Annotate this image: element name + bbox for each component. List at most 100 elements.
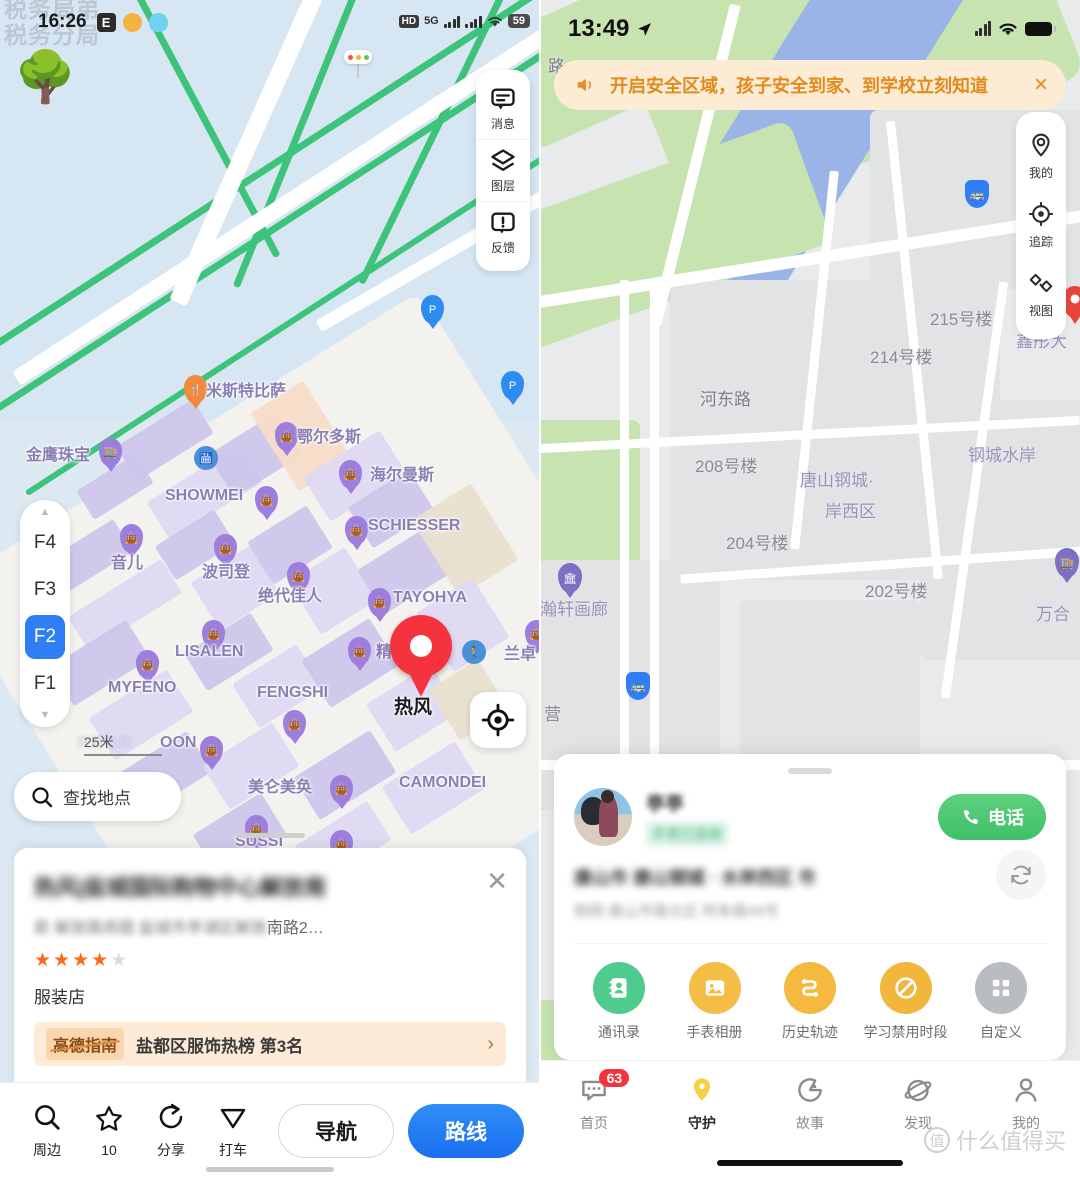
status-indicators-right	[974, 20, 1056, 37]
current-address: 唐山市 唐山钢城 · 水岸西区 市	[574, 868, 816, 888]
action-favorite[interactable]: 10	[78, 1104, 140, 1158]
shortcut-photos[interactable]: 手表相册	[670, 962, 760, 1042]
chevron-right-icon: ›	[487, 1032, 494, 1055]
elevator-pin-icon[interactable]: 🛗	[194, 446, 218, 470]
route-button[interactable]: 路线	[408, 1103, 524, 1158]
tool-messages[interactable]: 消息	[476, 78, 530, 139]
floor-item-f1[interactable]: F1	[25, 662, 65, 706]
weibo-icon: E	[96, 12, 116, 32]
location-arrow-icon	[638, 22, 652, 36]
left-map-screen: 税务局弟 税务分局 16:26 E HD 5G 59 🌳 P P 🏬 🍴 👜 👜…	[0, 0, 540, 1178]
action-share-label: 分享	[157, 1141, 185, 1158]
bus-stop-icon[interactable]: 🚌	[965, 180, 989, 208]
poi-info-card: ✕ 热风|盐城国际购物中心解放南 距 解放路商圈 盐城市亭湖区解放 南路2… ★…	[14, 848, 526, 1082]
action-share[interactable]: 分享	[140, 1102, 202, 1160]
shortcut-study-mode[interactable]: 学习禁用时段	[861, 962, 951, 1042]
map-label: 202号楼	[865, 582, 928, 601]
map-label: 钢城水岸	[968, 446, 1036, 465]
floor-item-f2[interactable]: F2	[25, 615, 65, 659]
tool-my-location[interactable]: 我的	[1016, 122, 1066, 191]
floor-up-arrow[interactable]: ▲	[20, 506, 70, 518]
alipay-icon	[122, 12, 142, 32]
shortcut-custom-label: 自定义	[980, 1024, 1022, 1040]
sheet-grabber[interactable]	[235, 833, 305, 838]
escalator-pin-icon[interactable]: 🚶	[462, 640, 486, 664]
feedback-icon	[491, 212, 515, 234]
floor-item-f3[interactable]: F3	[25, 568, 65, 612]
action-nearby-label: 周边	[33, 1141, 61, 1158]
layers-icon	[491, 149, 515, 171]
action-nearby[interactable]: 周边	[16, 1102, 78, 1160]
rating-stars: ★★★★★	[34, 949, 506, 972]
right-guardian-screen: 13:49 开启安全区域，孩子安全到家、到学校立刻知道 × 我的 追踪 视图 路…	[540, 0, 1080, 1178]
star-filled: ★	[91, 950, 111, 971]
map-label: 万合	[1036, 605, 1070, 624]
banner-text: 开启安全区域，孩子安全到家、到学校立刻知道	[610, 76, 988, 96]
profile-icon	[1015, 1078, 1037, 1102]
action-favorite-label: 10	[101, 1141, 117, 1158]
search-icon	[32, 786, 53, 807]
tool-view[interactable]: 视图	[1016, 260, 1066, 329]
hd-badge: HD	[398, 14, 420, 28]
shortcut-history[interactable]: 历史轨迹	[765, 962, 855, 1042]
tool-my-location-label: 我的	[1028, 166, 1053, 180]
floor-down-arrow[interactable]: ▼	[20, 709, 70, 721]
profile-text-block: 亭亭 手表已连接	[646, 789, 728, 846]
selected-location-pin-icon[interactable]	[390, 615, 452, 677]
guide-ranking-banner[interactable]: 高德指南 盐都区服饰热榜 第3名 ›	[34, 1022, 506, 1066]
guide-tag: 高德指南	[46, 1028, 125, 1060]
bus-stop-icon[interactable]: 🚌	[626, 672, 650, 700]
locate-me-button[interactable]	[470, 692, 526, 748]
right-status-bar: 13:49	[540, 0, 1080, 58]
map-label: SCHIESSER	[368, 517, 461, 534]
map-label: CAMONDEI	[399, 774, 487, 791]
home-indicator	[717, 1160, 903, 1166]
navigate-button[interactable]: 导航	[278, 1103, 394, 1158]
map-label: FENGSHI	[257, 684, 329, 701]
tab-home[interactable]: 63 首页	[540, 1069, 648, 1133]
avatar[interactable]	[574, 788, 632, 846]
scale-label: 25米	[84, 734, 114, 750]
taxi-icon	[220, 1108, 246, 1128]
tool-feedback[interactable]: 反馈	[476, 201, 530, 263]
map-label: 唐山钢城·	[800, 471, 874, 490]
notification-icons: E	[96, 12, 168, 32]
poi-action-bar: 周边 10 分享 打车 导航 路线	[0, 1082, 540, 1178]
signal-icon	[974, 20, 991, 36]
close-icon[interactable]: ✕	[486, 868, 508, 894]
close-icon[interactable]: ×	[1034, 73, 1048, 97]
site-watermark: 值 什么值得买	[923, 1124, 1066, 1156]
avatar-figure-person	[599, 790, 618, 837]
tab-guard-label: 守护	[688, 1115, 716, 1131]
shortcut-contacts[interactable]: 通讯录	[574, 962, 664, 1042]
tab-guard[interactable]: 守护	[648, 1075, 756, 1133]
safe-zone-banner[interactable]: 开启安全区域，孩子安全到家、到学校立刻知道 ×	[554, 60, 1066, 110]
map-label: 204号楼	[726, 534, 789, 553]
search-place-box[interactable]: 查找地点	[14, 772, 181, 821]
watermark-mark: 值	[923, 1127, 950, 1153]
phone-icon	[963, 809, 978, 824]
tool-layers[interactable]: 图层	[476, 139, 530, 201]
guardian-map-tools: 我的 追踪 视图	[1016, 112, 1066, 339]
map-label: TAYOHYA	[393, 589, 468, 606]
action-taxi[interactable]: 打车	[202, 1102, 264, 1160]
sheet-grabber[interactable]	[788, 768, 832, 774]
map-label: 兰卓	[504, 646, 537, 663]
device-status-badge: 手表已连接	[646, 821, 728, 846]
status-clock-right: 13:49	[568, 15, 653, 43]
tool-track[interactable]: 追踪	[1016, 191, 1066, 260]
tab-story[interactable]: 故事	[756, 1075, 864, 1133]
discover-planet-icon	[904, 1079, 932, 1102]
signal-icon-2	[465, 15, 482, 28]
tree-sticker-icon: 🌳	[14, 49, 77, 105]
search-icon	[35, 1104, 60, 1130]
shortcut-custom[interactable]: 自定义	[956, 962, 1046, 1042]
floor-item-f4[interactable]: F4	[25, 521, 65, 565]
last-update-address: 刚刚 唐山市路北区 阿朱路48号	[574, 903, 780, 920]
map-label: 海尔曼斯	[370, 467, 435, 484]
contacts-icon	[593, 962, 645, 1014]
status-indicators: HD 5G 59	[398, 14, 530, 28]
refresh-icon	[1011, 865, 1031, 885]
refresh-location-button[interactable]	[996, 850, 1046, 900]
call-button[interactable]: 电话	[938, 794, 1046, 840]
